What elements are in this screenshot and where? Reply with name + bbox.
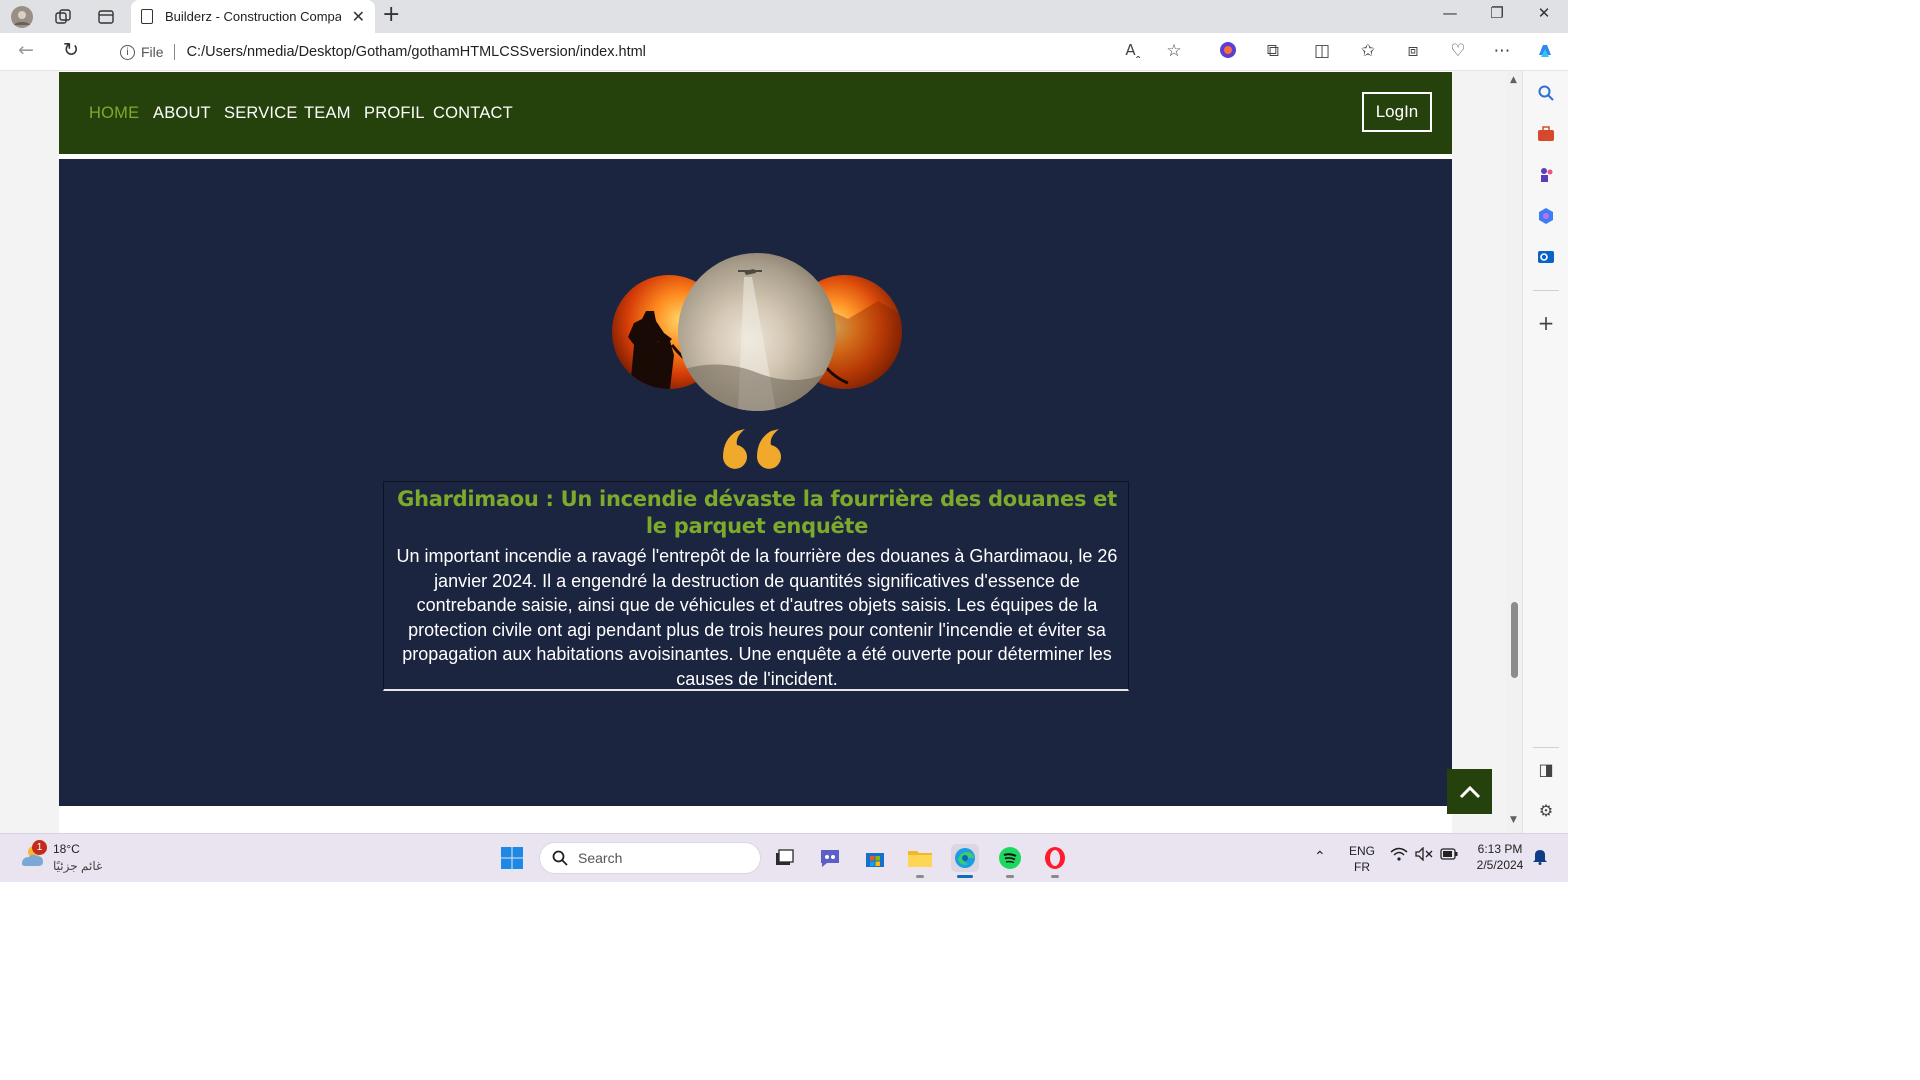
water-drop-aircraft-image [678, 253, 836, 411]
url-field[interactable]: i File C:/Users/nmedia/Desktop/Gotham/go… [104, 36, 1200, 68]
taskbar-search-placeholder: Search [578, 850, 623, 866]
page-margin-right [1452, 71, 1507, 833]
scroll-down-arrow-icon[interactable]: ▼ [1510, 815, 1517, 825]
games-chess-icon[interactable] [1535, 164, 1557, 186]
back-to-top-button[interactable] [1447, 769, 1492, 814]
news-article-card: Ghardimaou : Un incendie dévaste la four… [383, 481, 1129, 691]
teams-chat-icon[interactable] [816, 844, 844, 872]
file-explorer-running-indicator [916, 875, 924, 878]
workspaces-icon[interactable] [50, 4, 76, 30]
show-hidden-icons-chevron-icon[interactable]: ⌃ [1314, 848, 1326, 865]
volume-muted-icon[interactable] [1415, 846, 1433, 864]
refresh-icon[interactable]: ↻ [63, 39, 79, 61]
sidebar-divider [1533, 747, 1559, 748]
opera-running-indicator [1051, 875, 1059, 878]
read-aloud-icon[interactable]: Aꞈ [1121, 41, 1145, 59]
sidebar-divider [1533, 290, 1559, 291]
page-scrollbar[interactable]: ▲ ▼ [1507, 71, 1522, 833]
browser-tab-active[interactable]: Builderz - Construction Company ✕ [131, 0, 375, 33]
nav-link-team[interactable]: TEAM [304, 104, 351, 123]
task-view-icon[interactable] [770, 844, 798, 872]
input-language-secondary[interactable]: FR [1347, 860, 1377, 874]
page-icon [141, 9, 153, 24]
profile-avatar-icon[interactable] [9, 4, 35, 30]
clock-time[interactable]: 6:13 PM [1470, 842, 1530, 856]
sidebar-settings-gear-icon[interactable]: ⚙ [1535, 799, 1557, 821]
news-hero-section: Ghardimaou : Un incendie dévaste la four… [59, 159, 1452, 806]
back-icon[interactable]: ← [18, 39, 34, 61]
nav-link-home[interactable]: HOME [89, 104, 139, 123]
extensions-puzzle-icon[interactable]: ⧉ [1261, 41, 1285, 61]
favorite-star-icon[interactable]: ☆ [1162, 41, 1186, 61]
login-button[interactable]: LogIn [1362, 92, 1432, 132]
copilot-icon[interactable] [1533, 41, 1557, 66]
battery-icon[interactable] [1440, 848, 1458, 863]
search-icon[interactable] [1535, 82, 1557, 104]
nav-link-service[interactable]: SERVICE [224, 104, 298, 123]
notifications-bell-icon[interactable] [1532, 847, 1548, 868]
scroll-thumb[interactable] [1511, 602, 1518, 678]
close-window-icon[interactable]: ✕ [1524, 4, 1564, 22]
weather-alert-badge: 1 [32, 840, 47, 855]
microsoft-365-icon[interactable] [1535, 205, 1557, 227]
edge-browser-icon[interactable] [951, 844, 979, 872]
input-language-primary[interactable]: ENG [1347, 844, 1377, 858]
tab-title: Builderz - Construction Company [165, 9, 341, 24]
new-tab-icon[interactable]: + [382, 2, 400, 27]
edge-active-indicator [957, 875, 973, 878]
weather-widget[interactable]: 1 18°C غائم جزئيًا [18, 840, 102, 874]
opera-browser-icon[interactable] [1041, 844, 1069, 872]
spotify-running-indicator [1006, 875, 1014, 878]
minimize-icon[interactable]: — [1430, 4, 1470, 22]
browser-sidebar: + ◨ ⚙ [1522, 71, 1568, 833]
windows-taskbar: 1 18°C غائم جزئيًا Search ⌃ ENG FR 6:13 … [0, 833, 1568, 882]
info-icon[interactable]: i [120, 44, 135, 60]
wifi-icon[interactable] [1390, 847, 1408, 866]
close-tab-icon[interactable]: ✕ [352, 7, 365, 26]
scroll-up-arrow-icon[interactable]: ▲ [1510, 75, 1517, 85]
tools-briefcase-icon[interactable] [1535, 123, 1557, 145]
page-margin-left [0, 71, 59, 833]
nav-link-profil[interactable]: PROFIL [364, 104, 425, 123]
extension-colorful-icon[interactable] [1216, 41, 1240, 64]
nav-link-contact[interactable]: CONTACT [433, 104, 513, 123]
clock-date[interactable]: 2/5/2024 [1470, 858, 1530, 872]
spotify-icon[interactable] [996, 844, 1024, 872]
page-viewport: HOME ABOUT SERVICE TEAM PROFIL CONTACT L… [0, 71, 1507, 833]
restore-icon[interactable]: ❐ [1477, 4, 1517, 22]
favorites-icon[interactable]: ✩ [1356, 41, 1380, 61]
quote-mark-icon [719, 415, 795, 475]
weather-temperature: 18°C [53, 842, 80, 856]
browser-essentials-icon[interactable]: ♡ [1446, 41, 1470, 61]
taskbar-search-box[interactable]: Search [539, 842, 761, 874]
more-menu-icon[interactable]: ⋯ [1490, 41, 1514, 61]
chevron-up-icon [1459, 785, 1480, 798]
collections-icon[interactable]: ⧈ [1401, 41, 1425, 61]
article-title: Ghardimaou : Un incendie dévaste la four… [397, 487, 1117, 538]
add-sidebar-app-icon[interactable]: + [1535, 311, 1557, 335]
browser-titlebar: Builderz - Construction Company ✕ + — ❐ … [0, 0, 1568, 33]
microsoft-store-icon[interactable] [861, 844, 889, 872]
file-explorer-icon[interactable] [906, 844, 934, 872]
vertical-tabs-icon[interactable] [93, 4, 119, 30]
outlook-icon[interactable] [1535, 246, 1557, 268]
nav-link-about[interactable]: ABOUT [153, 104, 211, 123]
windows-start-icon[interactable] [498, 844, 526, 872]
split-screen-icon[interactable]: ◫ [1310, 41, 1334, 61]
article-body: Un important incendie a ravagé l'entrepô… [396, 546, 1118, 689]
weather-description: غائم جزئيًا [53, 859, 103, 873]
url-scheme-label: File [141, 44, 164, 60]
address-bar-row: ← ↻ i File C:/Users/nmedia/Desktop/Gotha… [0, 33, 1568, 71]
url-text[interactable]: C:/Users/nmedia/Desktop/Gotham/gothamHTM… [187, 44, 646, 60]
url-divider [173, 44, 175, 60]
search-icon [552, 850, 568, 866]
site-navbar: HOME ABOUT SERVICE TEAM PROFIL CONTACT L… [59, 72, 1452, 154]
hide-sidebar-icon[interactable]: ◨ [1535, 758, 1557, 780]
